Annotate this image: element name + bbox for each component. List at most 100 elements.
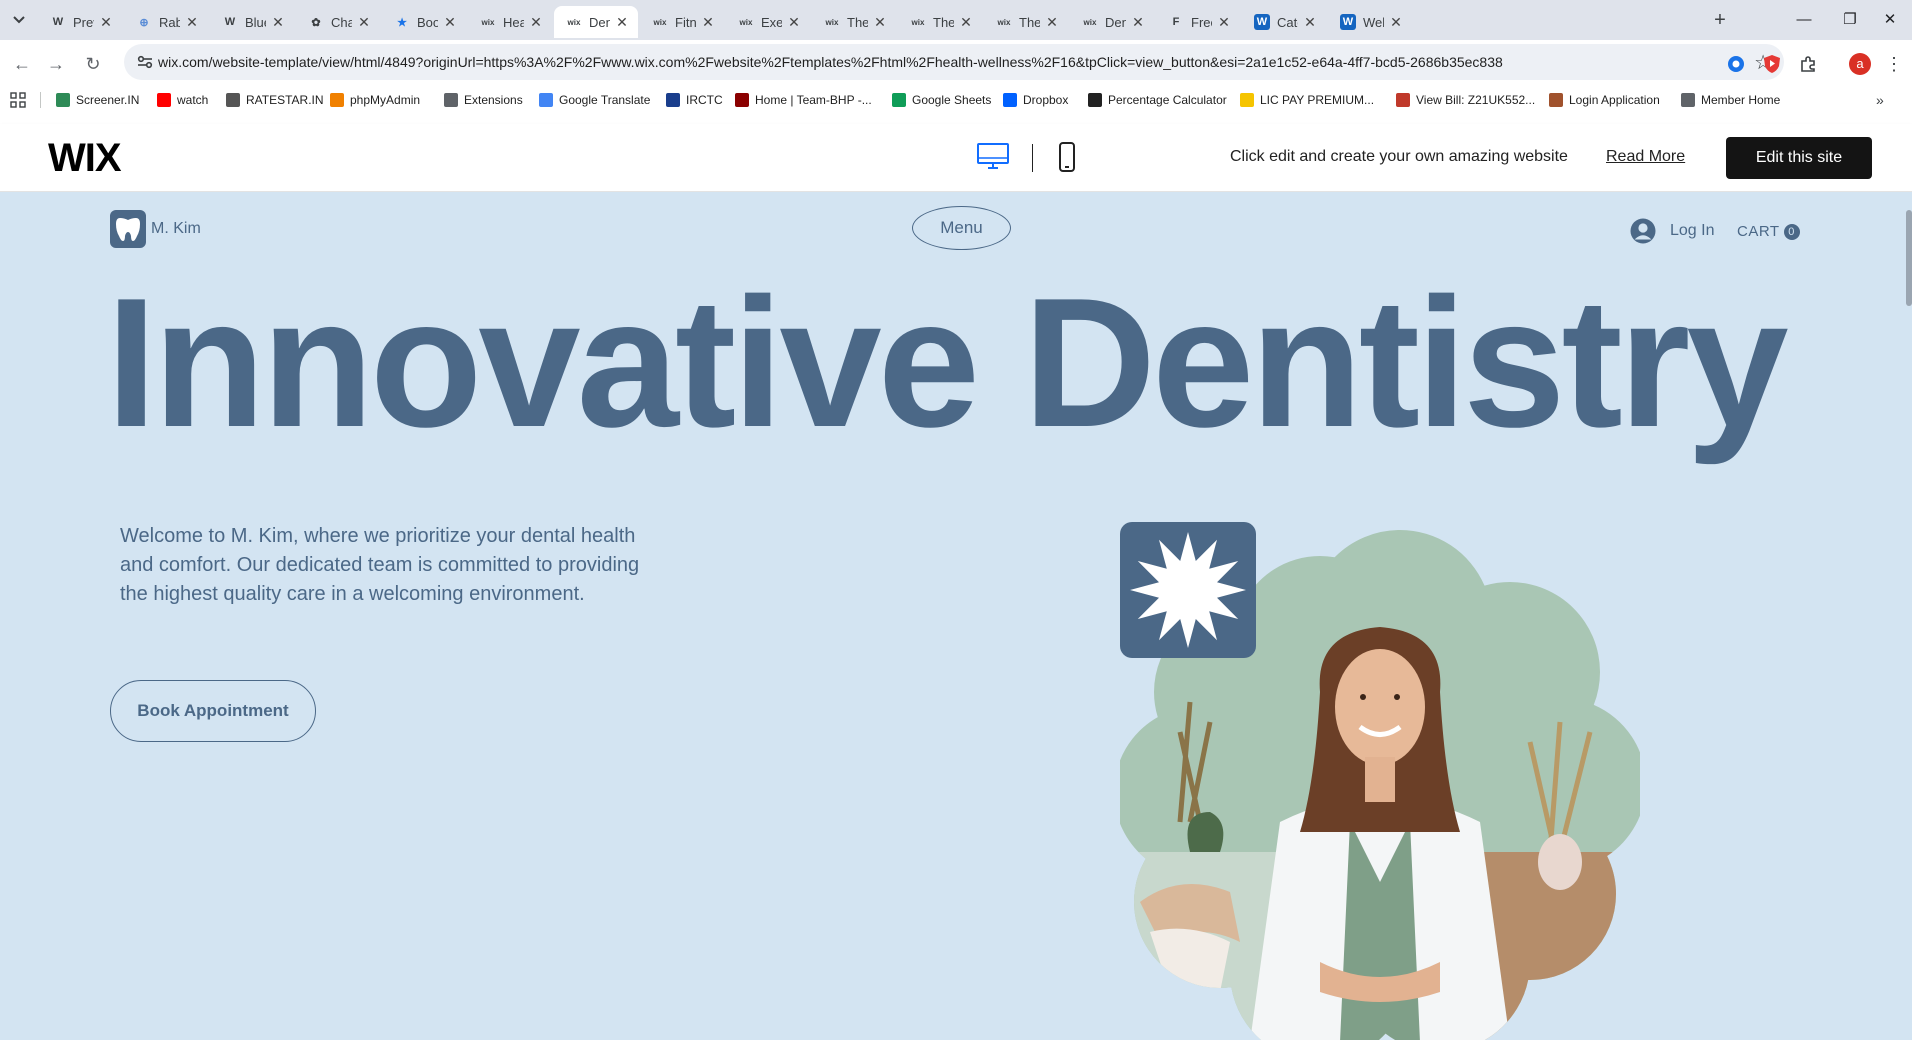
bookmark-item[interactable]: LIC PAY PREMIUM... [1240,90,1374,110]
kebab-menu-icon[interactable]: ⋮ [1880,50,1908,78]
wix-favicon-icon: wix [997,17,1011,27]
bookmarks-bar: Screener.IN watch RATESTAR.IN phpMyAdmin Ext… [0,88,1912,112]
bookmark-star-icon: ★ [397,16,407,29]
reload-icon[interactable]: ↻ [79,50,107,78]
mobile-view-icon[interactable] [1058,141,1076,178]
bookmark-item[interactable]: RATESTAR.IN [226,90,324,110]
forward-arrow-icon[interactable]: → [42,50,70,78]
close-tab-icon[interactable]: ✕ [1216,14,1232,31]
browser-tab[interactable]: F Free C✕ [1156,6,1240,38]
profile-initial: a [1849,53,1871,75]
tab-title: Dentis [589,14,610,30]
browser-tab[interactable]: W Blue C✕ [210,6,294,38]
extension-blue-icon[interactable] [1722,50,1750,78]
irctc-icon [666,93,680,107]
close-tab-icon[interactable]: ✕ [786,14,802,31]
close-tab-icon[interactable]: ✕ [356,14,372,31]
bookmark-item[interactable]: phpMyAdmin [330,90,420,110]
close-tab-icon[interactable]: ✕ [528,14,544,31]
new-tab-button[interactable]: + [1706,8,1734,32]
browser-tab[interactable]: ✿ ChatG✕ [296,6,380,38]
puzzle-icon [444,93,458,107]
close-tab-icon[interactable]: ✕ [958,14,974,31]
close-window-button[interactable]: ✕ [1868,6,1912,34]
globe-icon [1681,93,1695,107]
tab-title: ChatG [331,14,352,30]
percent-icon [1088,93,1102,107]
login-link[interactable]: Log In [1670,222,1714,240]
framer-icon: F [1172,16,1180,28]
browser-tab[interactable]: wix Thera✕ [984,6,1068,38]
tooth-logo-icon[interactable] [110,210,146,248]
browser-tab[interactable]: wix Thera✕ [898,6,982,38]
bookmark-item[interactable]: Member Home [1681,90,1780,110]
browser-tab[interactable]: wix Thera✕ [812,6,896,38]
close-tab-icon[interactable]: ✕ [442,14,458,31]
browser-tab[interactable]: wix Fitnes✕ [640,6,724,38]
bookmark-item[interactable]: Screener.IN [56,90,139,110]
cart-link[interactable]: CART 0 [1737,223,1800,240]
chatgpt-icon: ✿ [311,16,321,29]
browser-tab[interactable]: wix Health✕ [468,6,552,38]
tab-search-chevron-icon[interactable] [6,8,32,32]
extensions-puzzle-icon[interactable] [1794,50,1822,78]
browser-tab[interactable]: ★ Bookn✕ [382,6,466,38]
address-bar[interactable]: wix.com/website-template/view/html/4849?… [124,44,1784,80]
bookmark-item[interactable]: Percentage Calculator [1088,90,1227,110]
profile-avatar[interactable]: a [1846,50,1874,78]
browser-tab[interactable]: ⊕ Rabies✕ [124,6,208,38]
bookmark-item[interactable]: Login Application [1549,90,1660,110]
wikipedia-icon: W [52,16,64,28]
browser-tab[interactable]: wix Exerci✕ [726,6,810,38]
browser-tab[interactable]: W Preval✕ [38,6,122,38]
tab-title: Preval [73,14,94,30]
close-tab-icon[interactable]: ✕ [1130,14,1146,31]
more-bookmarks-chevron-icon[interactable]: » [1876,90,1884,110]
bookmark-label: Percentage Calculator [1108,93,1227,107]
bookmark-item[interactable]: IRCTC [666,90,723,110]
bookmark-label: phpMyAdmin [350,93,421,107]
close-tab-icon[interactable]: ✕ [1388,14,1404,31]
hero-title: Innovative Dentistry [106,259,1789,465]
bookmark-item[interactable]: Google Sheets [892,90,991,110]
site-settings-icon[interactable] [136,53,154,71]
back-arrow-icon[interactable]: ← [8,50,36,78]
brand-name[interactable]: M. Kim [151,220,201,238]
wix-logo[interactable]: WIX [48,136,122,181]
bar-chart-icon [56,93,70,107]
menu-button[interactable]: Menu [912,206,1011,250]
minimize-window-button[interactable]: — [1782,6,1826,34]
bookmark-item[interactable]: watch [157,90,208,110]
close-tab-icon[interactable]: ✕ [872,14,888,31]
browser-tab[interactable]: wix Dentis✕ [554,6,638,38]
url-text[interactable]: wix.com/website-template/view/html/4849?… [158,54,1503,70]
restore-window-button[interactable]: ❐ [1828,6,1872,34]
wix-favicon-icon: wix [825,17,839,27]
bookmark-item[interactable]: Home | Team-BHP -... [735,90,872,110]
bookmark-item[interactable]: Google Translate [539,90,650,110]
browser-tab[interactable]: W Categ✕ [1242,6,1326,38]
browser-tab[interactable]: W Welln✕ [1328,6,1412,38]
close-tab-icon[interactable]: ✕ [184,14,200,31]
read-more-link[interactable]: Read More [1606,148,1685,166]
close-tab-icon[interactable]: ✕ [98,14,114,31]
browser-tab[interactable]: wix Dentis✕ [1070,6,1154,38]
close-tab-icon[interactable]: ✕ [1302,14,1318,31]
bookmark-item[interactable]: View Bill: Z21UK552... [1396,90,1535,110]
bookmark-item[interactable]: Dropbox [1003,90,1068,110]
apps-grid-icon[interactable] [10,90,26,110]
close-tab-icon[interactable]: ✕ [270,14,286,31]
desktop-view-icon[interactable] [976,142,1010,177]
account-avatar-icon[interactable] [1630,218,1656,244]
close-tab-icon[interactable]: ✕ [614,14,630,31]
bookmark-label: Login Application [1569,93,1660,107]
close-tab-icon[interactable]: ✕ [1044,14,1060,31]
bookmark-item[interactable]: Extensions [444,90,523,110]
close-tab-icon[interactable]: ✕ [700,14,716,31]
book-appointment-button[interactable]: Book Appointment [110,680,316,742]
shield-extension-icon[interactable] [1758,50,1786,78]
page-scrollbar[interactable] [1906,192,1912,1040]
bookmark-label: Google Translate [559,93,651,107]
scrollbar-thumb[interactable] [1906,210,1912,306]
edit-this-site-button[interactable]: Edit this site [1726,137,1872,179]
